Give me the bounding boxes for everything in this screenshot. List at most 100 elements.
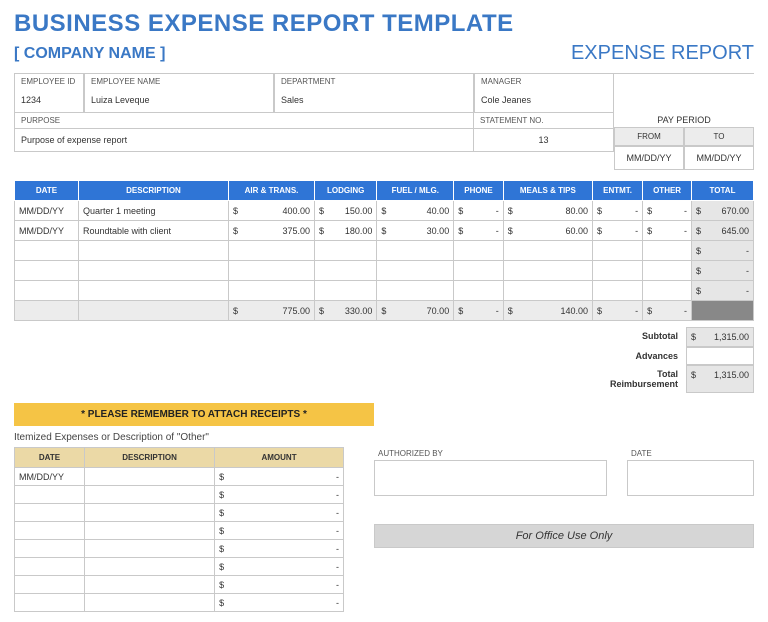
cell-desc[interactable] [79,241,229,261]
cell-cur[interactable] [454,281,464,301]
cell-total[interactable]: 645.00 [702,221,754,241]
cell-cur[interactable]: $ [592,221,602,241]
cell-meals[interactable] [513,281,592,301]
pay-from-value[interactable]: MM/DD/YY [614,146,684,170]
cell-cur[interactable]: $ [215,468,229,486]
cell-cur[interactable]: $ [592,201,602,221]
cell-phone[interactable] [464,281,504,301]
cell-meals[interactable]: 80.00 [513,201,592,221]
cell-cur[interactable] [377,241,387,261]
cell-ent[interactable] [602,261,642,281]
cell-ent[interactable]: - [602,201,642,221]
cell-air[interactable]: 775.00 [239,301,315,321]
cell-date[interactable] [15,504,85,522]
cell-cur[interactable] [503,241,513,261]
cell-date[interactable] [15,558,85,576]
cell-cur[interactable]: $ [377,221,387,241]
cell-amt[interactable]: - [228,522,343,540]
cell-air[interactable]: 375.00 [239,221,315,241]
cell-date[interactable]: MM/DD/YY [15,221,79,241]
cell-other[interactable] [653,241,692,261]
cell-cur[interactable]: $ [315,201,325,221]
cell-cur[interactable] [643,261,653,281]
cell-cur[interactable]: $ [315,301,325,321]
emp-id-value[interactable]: 1234 [14,89,84,113]
cell-cur[interactable]: $ [215,576,229,594]
cell-amt[interactable]: - [228,594,343,612]
cell-total[interactable]: - [702,241,754,261]
cell-other[interactable]: - [653,301,692,321]
cell-cur[interactable]: $ [643,201,653,221]
cell-air[interactable]: 400.00 [239,201,315,221]
auth-date-box[interactable] [627,460,754,496]
cell-cur[interactable]: $ [503,201,513,221]
cell-date[interactable]: MM/DD/YY [15,468,85,486]
cell-ent[interactable] [602,241,642,261]
cell-cur[interactable] [454,241,464,261]
cell-cur[interactable]: $ [215,504,229,522]
cell-phone[interactable]: - [464,221,504,241]
cell-other[interactable] [653,281,692,301]
cell-cur[interactable]: $ [454,201,464,221]
cell-desc[interactable] [85,558,215,576]
cell-air[interactable] [239,241,315,261]
cell-cur[interactable] [643,241,653,261]
cell-cur[interactable]: $ [215,522,229,540]
cell-date[interactable] [15,576,85,594]
cell-cur[interactable] [229,261,239,281]
cell-cur[interactable] [229,241,239,261]
cell-other[interactable]: - [653,201,692,221]
cell-date[interactable]: MM/DD/YY [15,201,79,221]
cell-amt[interactable]: - [228,540,343,558]
cell-cur[interactable]: $ [315,221,325,241]
cell-cur[interactable] [315,281,325,301]
cell-cur[interactable]: $ [229,301,239,321]
cell-other[interactable]: - [653,221,692,241]
cell-total[interactable]: 670.00 [702,201,754,221]
cell-cur[interactable] [503,261,513,281]
cell-meals[interactable]: 60.00 [513,221,592,241]
cell-cur[interactable]: $ [215,594,229,612]
cell-fuel[interactable] [387,261,454,281]
cell-ent[interactable] [602,281,642,301]
cell-air[interactable] [239,281,315,301]
cell-cur[interactable] [377,261,387,281]
cell-cur[interactable] [503,281,513,301]
company-name[interactable]: [ COMPANY NAME ] [14,45,165,63]
cell-cur[interactable]: $ [215,486,229,504]
cell-date[interactable] [15,281,79,301]
cell-phone[interactable] [464,241,504,261]
cell-fuel[interactable] [387,281,454,301]
cell-cur[interactable]: $ [692,221,702,241]
cell-cur[interactable]: $ [377,201,387,221]
cell-cur[interactable]: $ [643,221,653,241]
cell-meals[interactable] [513,261,592,281]
cell-cur[interactable]: $ [229,221,239,241]
cell-desc[interactable]: Quarter 1 meeting [79,201,229,221]
cell-desc[interactable] [85,504,215,522]
cell-amt[interactable]: - [228,558,343,576]
cell-cur[interactable]: $ [215,558,229,576]
cell-phone[interactable]: - [464,301,504,321]
cell-cur[interactable]: $ [592,301,602,321]
cell-meals[interactable]: 140.00 [513,301,592,321]
emp-name-value[interactable]: Luiza Leveque [84,89,274,113]
cell-cur[interactable] [643,281,653,301]
cell-amt[interactable]: - [228,576,343,594]
emp-mgr-value[interactable]: Cole Jeanes [474,89,614,113]
cell-desc[interactable] [85,540,215,558]
cell-cur[interactable] [592,241,602,261]
cell-cur[interactable] [454,261,464,281]
cell-cur[interactable] [377,281,387,301]
cell-lodg[interactable] [325,261,377,281]
cell-desc[interactable] [79,261,229,281]
advances-value[interactable] [686,347,754,365]
cell-lodg[interactable]: 150.00 [325,201,377,221]
cell-cur[interactable]: $ [229,201,239,221]
cell-cur[interactable] [315,241,325,261]
cell-amt[interactable]: - [228,486,343,504]
cell-cur[interactable] [592,261,602,281]
cell-cur[interactable]: $ [454,301,464,321]
cell-desc[interactable]: Roundtable with client [79,221,229,241]
cell-cur[interactable]: $ [692,241,702,261]
